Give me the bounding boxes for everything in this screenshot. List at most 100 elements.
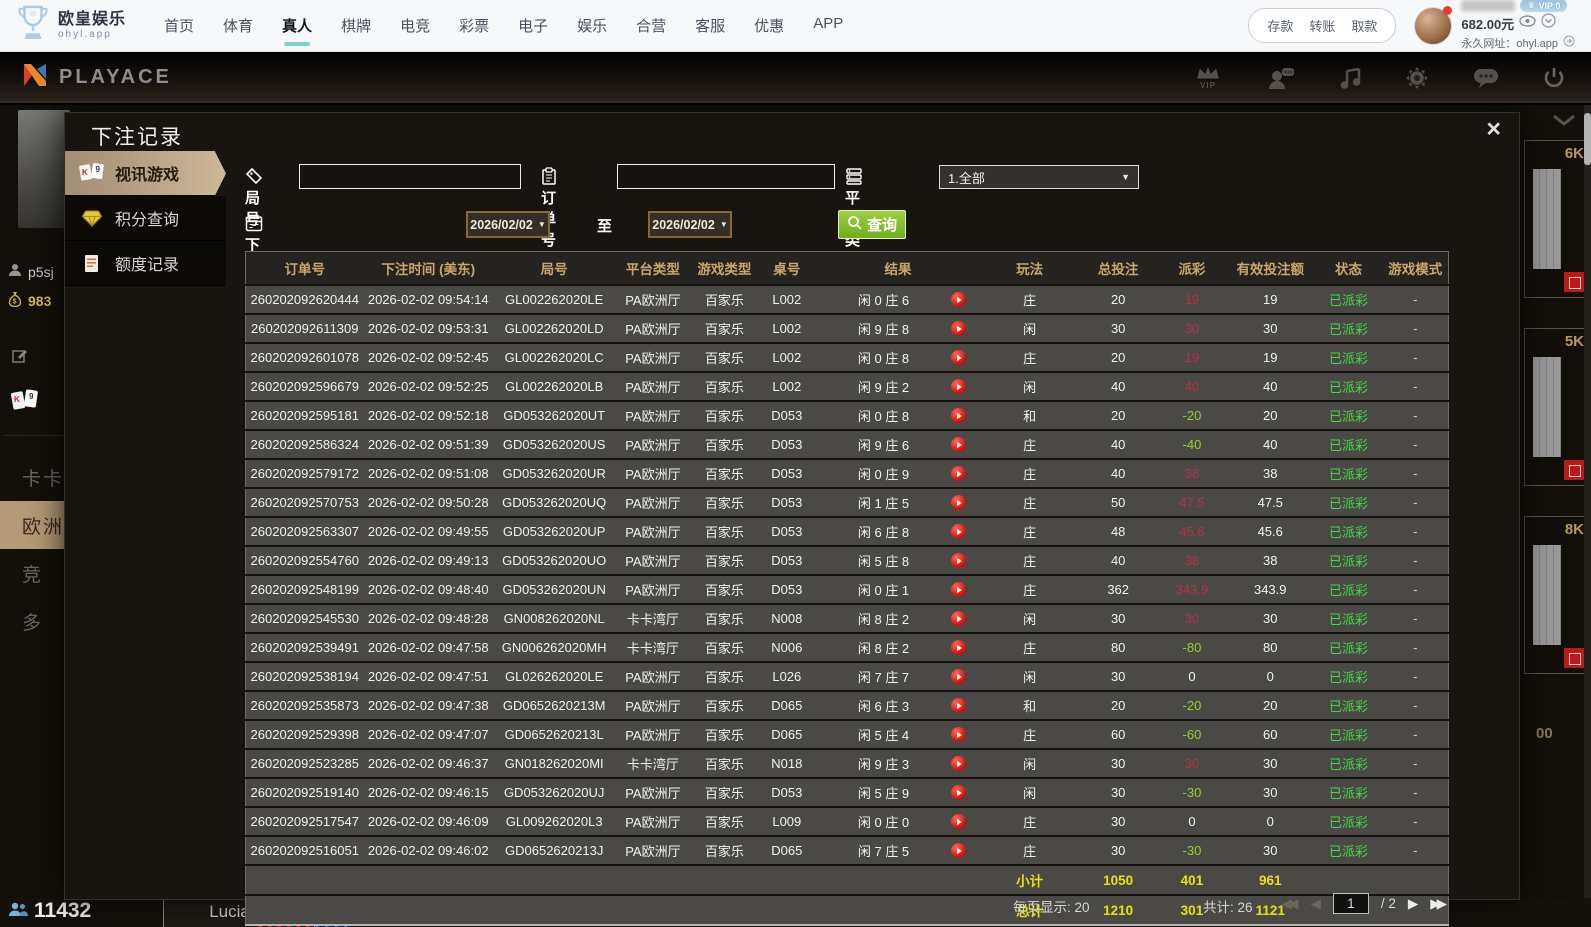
nav-item-5[interactable]: 电竞 [400,15,430,36]
cell-round: GL009262020L3 [493,807,616,836]
edit-icon[interactable] [12,348,27,368]
col-header-12: 状态 [1315,252,1383,286]
nav-item-12[interactable]: APP [813,15,843,36]
user-info: ♛VIP 0 682.00元 永久网址：ohyl.app [1461,0,1575,52]
cell-result: 闲 9 庄 2 [815,372,981,401]
nav-item-10[interactable]: 客服 [695,15,725,36]
chevron-down-icon[interactable] [1551,113,1577,132]
replay-play-icon[interactable] [951,756,966,771]
replay-play-icon[interactable] [951,553,966,568]
cell-order: 260202092595181 [246,401,364,430]
page-total-label: / 2 [1381,896,1396,911]
date-to-select[interactable]: 2026/02/02▼ [648,211,732,238]
nav-item-9[interactable]: 合营 [636,15,666,36]
wallet-button-2[interactable]: 转账 [1309,16,1335,35]
link-icon[interactable] [1563,34,1575,52]
brand-logo[interactable]: 欧皇娱乐 ohyl.app [16,4,126,47]
panel-limit-label: 6K [1565,145,1584,162]
replay-play-icon[interactable] [951,495,966,510]
cell-total-bet: 40 [1078,430,1157,459]
round-number-input[interactable] [299,164,521,189]
chat-icon[interactable] [1473,67,1499,89]
replay-play-icon[interactable] [951,785,966,800]
person-icon [8,263,22,280]
wallet-button-3[interactable]: 取款 [1351,16,1377,35]
prev-page-icon[interactable]: ◀ [1310,896,1320,912]
refresh-chevron-icon[interactable] [1541,13,1556,33]
replay-play-icon[interactable] [951,466,966,481]
cell-platform: PA欧洲厅 [615,488,690,517]
pagination-bar: 每页显示: 20 共计: 26 ◀◀ ◀ 1 / 2 ▶ ▶▶ [245,891,1449,919]
user-avatar[interactable] [1414,7,1452,45]
support-icon[interactable] [1267,66,1295,90]
replay-play-icon[interactable] [951,843,966,858]
next-page-icon[interactable]: ▶ [1408,896,1418,912]
replay-play-icon[interactable] [951,727,966,742]
panel-roadmap [1533,545,1561,645]
power-icon[interactable] [1543,66,1565,90]
cell-round: GD053262020UP [493,517,616,546]
replay-play-icon[interactable] [951,379,966,394]
cell-play-type: 庄 [981,459,1079,488]
page-number-input[interactable]: 1 [1333,893,1369,914]
replay-play-icon[interactable] [951,582,966,597]
replay-play-icon[interactable] [951,698,966,713]
search-icon [847,215,862,234]
cell-bet-time: 2026-02-02 09:49:13 [364,546,493,575]
nav-item-4[interactable]: 棋牌 [341,15,371,36]
cell-result: 闲 5 庄 4 [815,720,981,749]
cell-round: GD0652620213J [493,836,616,865]
replay-play-icon[interactable] [951,437,966,452]
result-text: 闲 6 庄 8 [816,522,951,541]
sidebar-tab-3[interactable]: 额度记录 [65,241,226,286]
sidebar-tab-2[interactable]: 积分查询 [65,196,226,241]
replay-play-icon[interactable] [951,669,966,684]
date-from-select[interactable]: 2026/02/02▼ [466,211,550,238]
search-button[interactable]: 查询 [838,210,906,239]
cell-result: 闲 1 庄 5 [815,488,981,517]
cell-game-type: 百家乐 [690,488,758,517]
cell-platform: PA欧洲厅 [615,343,690,372]
col-header-7: 结果 [815,252,981,286]
cell-result: 闲 0 庄 8 [815,401,981,430]
music-icon[interactable] [1339,66,1361,90]
platform-type-select[interactable]: 1.全部 ▼ [939,165,1139,189]
cell-total-bet: 20 [1078,401,1157,430]
sidebar-tab-1[interactable]: K9视讯游戏 [65,151,226,196]
nav-item-1[interactable]: 首页 [164,15,194,36]
wallet-button-1[interactable]: 存款 [1267,16,1293,35]
result-text: 闲 8 庄 2 [816,638,951,657]
nav-item-11[interactable]: 优惠 [754,15,784,36]
nav-item-8[interactable]: 娱乐 [577,15,607,36]
replay-play-icon[interactable] [951,321,966,336]
table-row: 2602020925191402026-02-02 09:46:15GD0532… [246,778,1449,807]
close-icon[interactable]: × [1486,117,1501,142]
nav-menu: 首页 体育 真人 棋牌 电竞 彩票 电子 娱乐 合营 客服 优惠 APP [164,15,843,36]
vip-icon[interactable]: VIP [1193,65,1223,90]
eye-icon[interactable] [1519,14,1536,32]
last-page-icon[interactable]: ▶▶ [1430,896,1447,912]
nav-item-6[interactable]: 彩票 [459,15,489,36]
replay-play-icon[interactable] [951,292,966,307]
cell-payout: -80 [1158,633,1226,662]
nav-item-2[interactable]: 体育 [223,15,253,36]
replay-play-icon[interactable] [951,640,966,655]
scrollbar-thumb[interactable] [1584,113,1591,165]
cell-platform: PA欧洲厅 [615,575,690,604]
replay-play-icon[interactable] [951,611,966,626]
col-header-4: 平台类型 [615,252,690,286]
replay-play-icon[interactable] [951,350,966,365]
nav-item-3[interactable]: 真人 [282,15,312,36]
replay-play-icon[interactable] [951,524,966,539]
table-row: 2602020926010782026-02-02 09:52:45GL0022… [246,343,1449,372]
nav-item-7[interactable]: 电子 [518,15,548,36]
cell-play-type: 庄 [981,836,1079,865]
first-page-icon[interactable]: ◀◀ [1282,896,1299,912]
settings-icon[interactable] [1405,66,1429,90]
scrollbar[interactable] [1584,105,1591,927]
order-number-input[interactable] [617,164,835,189]
replay-play-icon[interactable] [951,814,966,829]
tag-icon [245,167,263,185]
playace-logo-icon [20,60,50,95]
replay-play-icon[interactable] [951,408,966,423]
